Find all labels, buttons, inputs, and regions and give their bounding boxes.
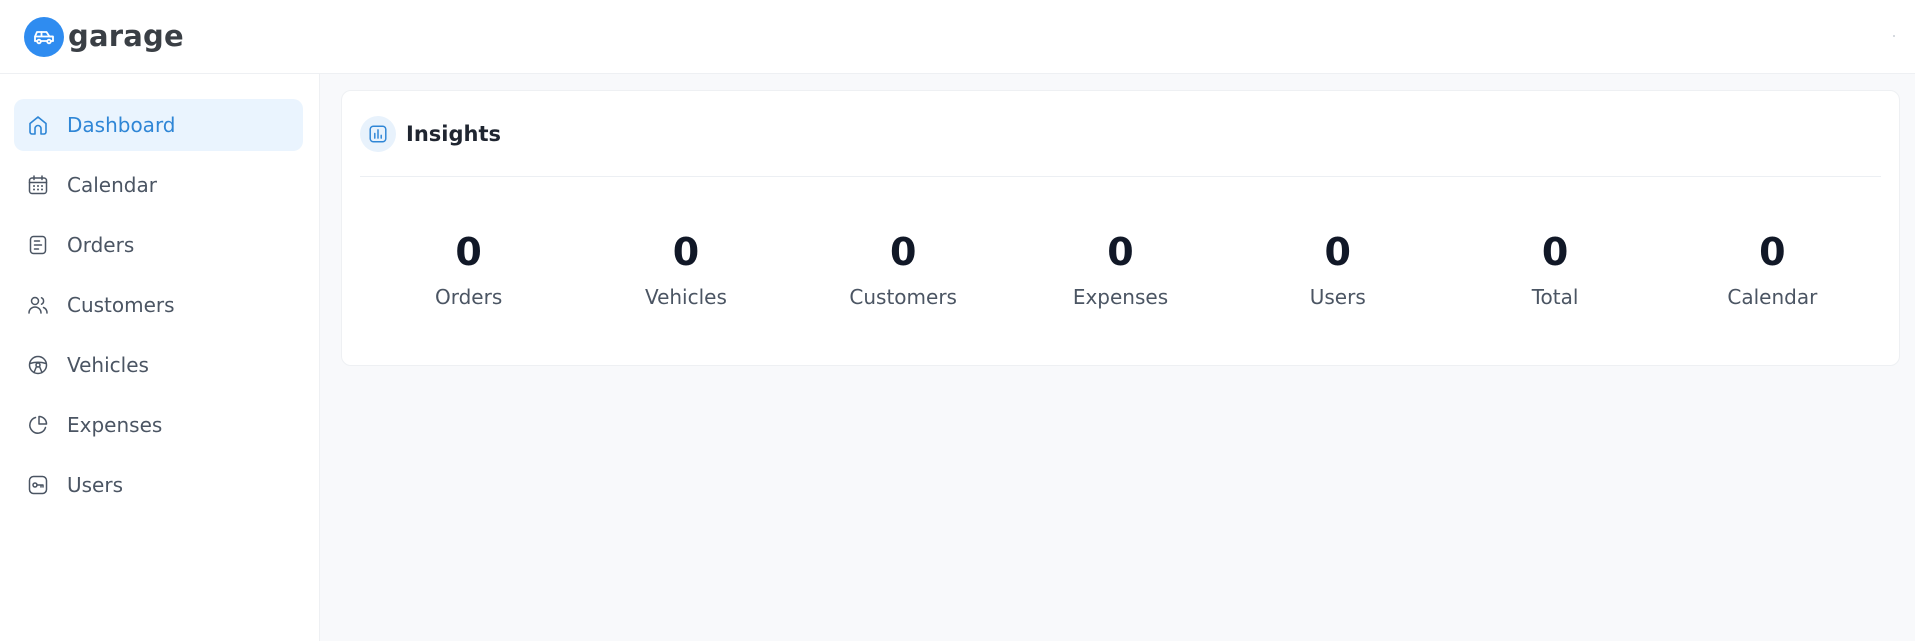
stat-label: Expenses	[1072, 285, 1169, 309]
sidebar-item-dashboard[interactable]: Dashboard	[14, 99, 303, 151]
steering-wheel-icon	[25, 352, 51, 378]
stat-orders[interactable]: 0 Orders	[360, 233, 577, 309]
stat-label: Vehicles	[644, 285, 727, 309]
sidebar-item-label: Dashboard	[67, 113, 176, 137]
stat-users[interactable]: 0 Users	[1229, 233, 1446, 309]
sidebar-item-calendar[interactable]: Calendar	[14, 159, 303, 211]
stat-value: 0	[672, 230, 700, 274]
sidebar-item-label: Customers	[67, 293, 175, 317]
key-icon	[25, 472, 51, 498]
sidebar-item-vehicles[interactable]: Vehicles	[14, 339, 303, 391]
insights-header: Insights	[360, 91, 1881, 177]
stat-vehicles[interactable]: 0 Vehicles	[577, 233, 794, 309]
sidebar-item-label: Calendar	[67, 173, 157, 197]
insights-title: Insights	[406, 121, 501, 146]
sidebar-item-customers[interactable]: Customers	[14, 279, 303, 331]
stat-customers[interactable]: 0 Customers	[795, 233, 1012, 309]
stat-label: Customers	[849, 285, 957, 309]
calendar-icon	[25, 172, 51, 198]
sidebar: Dashboard Calendar Orders Customers Vehi…	[0, 74, 320, 641]
stat-total[interactable]: 0 Total	[1446, 233, 1663, 309]
insights-card: Insights 0 Orders 0 Vehicles 0 Customers…	[341, 90, 1900, 366]
sidebar-item-orders[interactable]: Orders	[14, 219, 303, 271]
stat-expenses[interactable]: 0 Expenses	[1012, 233, 1229, 309]
sidebar-item-label: Expenses	[67, 413, 163, 437]
stats-row: 0 Orders 0 Vehicles 0 Customers 0 Expens…	[360, 177, 1881, 309]
pie-chart-icon	[25, 412, 51, 438]
stat-value: 0	[1759, 230, 1786, 274]
sidebar-item-expenses[interactable]: Expenses	[14, 399, 303, 451]
car-icon[interactable]	[24, 16, 64, 57]
stat-label: Orders	[435, 285, 503, 309]
document-icon	[25, 232, 51, 258]
stat-value: 0	[1324, 230, 1351, 274]
stat-value: 0	[1541, 230, 1569, 274]
stat-value: 0	[1107, 230, 1134, 274]
topbar-indicator	[1893, 35, 1895, 37]
stat-label: Total	[1531, 285, 1579, 309]
stat-label: Calendar	[1727, 285, 1818, 309]
stat-value: 0	[889, 230, 917, 274]
users-icon	[25, 292, 51, 318]
app-name[interactable]: garage	[68, 22, 184, 51]
bar-chart-icon	[360, 115, 396, 152]
stat-value: 0	[455, 230, 482, 274]
sidebar-item-label: Vehicles	[67, 353, 149, 377]
main-content: Insights 0 Orders 0 Vehicles 0 Customers…	[320, 74, 1915, 641]
sidebar-item-label: Users	[67, 473, 124, 497]
sidebar-item-users[interactable]: Users	[14, 459, 303, 511]
sidebar-item-label: Orders	[67, 233, 135, 257]
home-icon	[25, 112, 51, 138]
stat-calendar[interactable]: 0 Calendar	[1664, 233, 1881, 309]
stat-label: Users	[1309, 285, 1366, 309]
top-bar: garage	[0, 0, 1915, 74]
